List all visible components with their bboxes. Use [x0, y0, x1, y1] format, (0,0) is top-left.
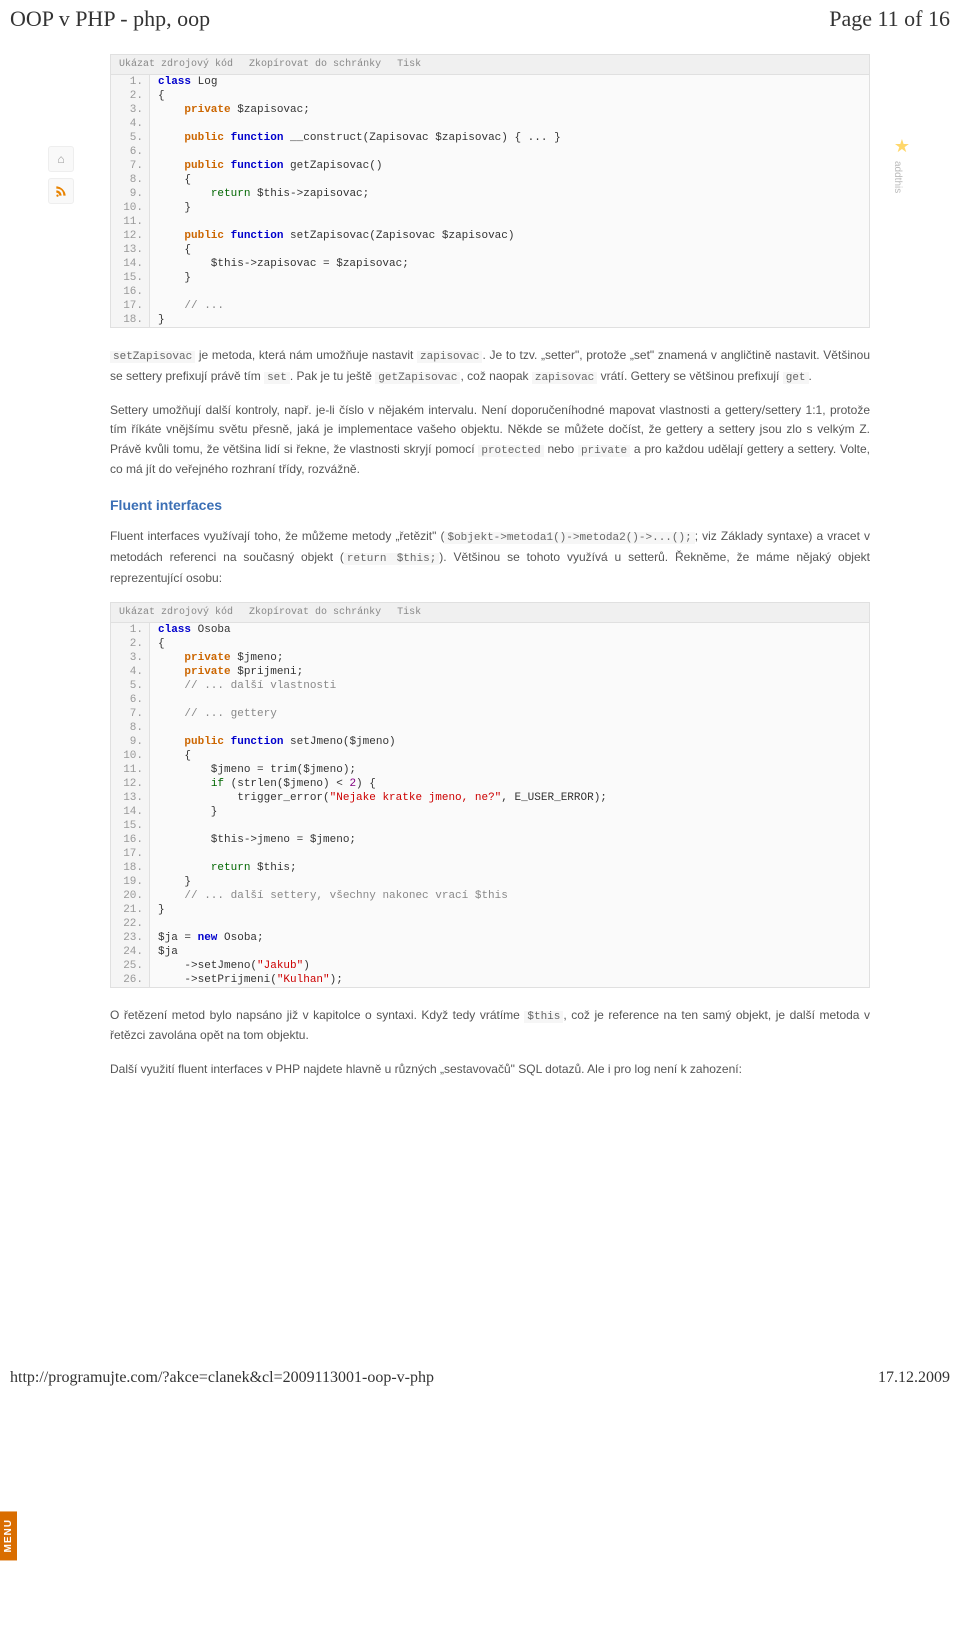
- footer-gap: [0, 1103, 960, 1363]
- content-area: ⌂ ★ addthis Ukázat zdrojový kód Zkopírov…: [0, 36, 960, 1103]
- copy-link[interactable]: Zkopírovat do schránky: [249, 59, 381, 70]
- code-lines: 1.class Log 2.{ 3. private $zapisovac; 4…: [111, 75, 869, 327]
- paragraph-fluent-1: Fluent interfaces využívají toho, že můž…: [110, 527, 870, 587]
- document-header: OOP v PHP - php, oop Page 11 of 16: [0, 0, 960, 36]
- print-link[interactable]: Tisk: [397, 607, 421, 618]
- code-toolbar: Ukázat zdrojový kód Zkopírovat do schrán…: [111, 55, 869, 75]
- code-block-osoba: Ukázat zdrojový kód Zkopírovat do schrán…: [110, 602, 870, 988]
- copy-link[interactable]: Zkopírovat do schránky: [249, 607, 381, 618]
- menu-tab[interactable]: MENU: [0, 1511, 17, 1560]
- paragraph-setters-2: Settery umožňují další kontroly, např. j…: [110, 401, 870, 479]
- show-source-link[interactable]: Ukázat zdrojový kód: [119, 607, 233, 618]
- page-number: Page 11 of 16: [829, 6, 950, 32]
- addthis-label: addthis: [892, 161, 903, 193]
- home-icon[interactable]: ⌂: [48, 146, 74, 172]
- rss-icon[interactable]: [48, 178, 74, 204]
- paragraph-setters-1: setZapisovac je metoda, která nám umožňu…: [110, 346, 870, 387]
- document-footer: http://programujte.com/?akce=clanek&cl=2…: [0, 1363, 960, 1397]
- left-sidebar-icons: ⌂: [48, 146, 76, 210]
- footer-url: http://programujte.com/?akce=clanek&cl=2…: [10, 1369, 434, 1387]
- paragraph-fluent-2: O řetězení metod bylo napsáno již v kapi…: [110, 1006, 870, 1046]
- code-lines: 1.class Osoba 2.{ 3. private $jmeno; 4. …: [111, 623, 869, 987]
- print-link[interactable]: Tisk: [397, 59, 421, 70]
- doc-title: OOP v PHP - php, oop: [10, 6, 210, 32]
- favorite-star-icon[interactable]: ★: [894, 136, 910, 156]
- code-toolbar: Ukázat zdrojový kód Zkopírovat do schrán…: [111, 603, 869, 623]
- show-source-link[interactable]: Ukázat zdrojový kód: [119, 59, 233, 70]
- paragraph-fluent-3: Další využití fluent interfaces v PHP na…: [110, 1060, 870, 1079]
- footer-date: 17.12.2009: [878, 1369, 950, 1387]
- code-block-log: Ukázat zdrojový kód Zkopírovat do schrán…: [110, 54, 870, 328]
- right-sidebar: ★ addthis: [892, 136, 912, 193]
- section-heading-fluent: Fluent interfaces: [110, 497, 870, 513]
